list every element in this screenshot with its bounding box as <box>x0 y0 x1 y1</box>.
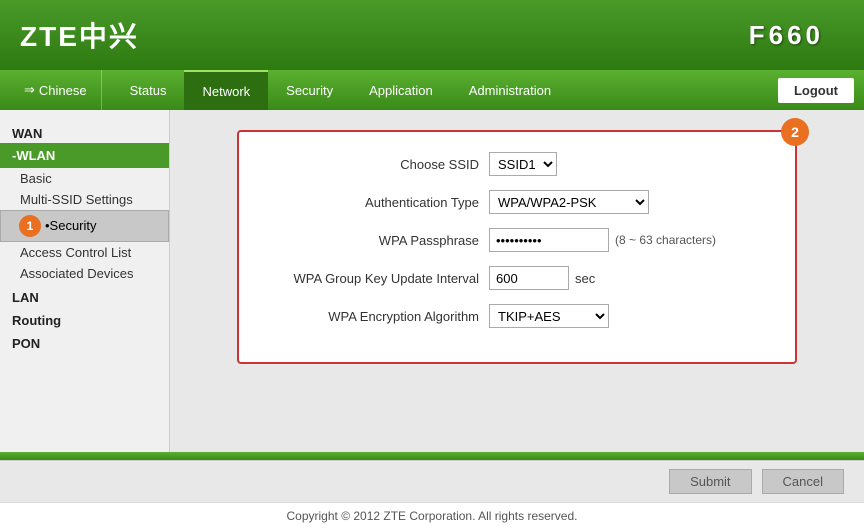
nav-logout: Logout <box>778 70 854 110</box>
badge-1-icon: 1 <box>19 215 41 237</box>
select-auth-type[interactable]: None WEP WPA-PSK WPA2-PSK WPA/WPA2-PSK <box>489 190 649 214</box>
sidebar-item-multi-ssid[interactable]: Multi-SSID Settings <box>0 189 169 210</box>
cancel-button[interactable]: Cancel <box>762 469 844 494</box>
sidebar-item-basic[interactable]: Basic <box>0 168 169 189</box>
button-bar: Submit Cancel <box>0 460 864 502</box>
sidebar-item-access-control[interactable]: Access Control List <box>0 242 169 263</box>
form-row-passphrase: WPA Passphrase (8 ~ 63 characters) <box>269 228 765 252</box>
badge-2: 2 <box>781 118 809 146</box>
sidebar-item-pon[interactable]: PON <box>0 330 169 353</box>
sidebar-item-security[interactable]: 1•Security <box>0 210 169 242</box>
label-encryption-algorithm: WPA Encryption Algorithm <box>269 309 489 324</box>
nav-tabs: Status Network Security Application Admi… <box>102 70 778 110</box>
content-panel: 2 Choose SSID SSID1 SSID2 SSID3 SSID4 Au… <box>170 110 864 452</box>
passphrase-hint: (8 ~ 63 characters) <box>615 233 716 247</box>
label-group-key-interval: WPA Group Key Update Interval <box>269 271 489 286</box>
tab-application[interactable]: Application <box>351 70 451 110</box>
form-row-ssid: Choose SSID SSID1 SSID2 SSID3 SSID4 <box>269 152 765 176</box>
tab-status[interactable]: Status <box>112 70 185 110</box>
sidebar-item-wan[interactable]: WAN <box>0 120 169 143</box>
model-name: F660 <box>749 20 824 51</box>
label-auth-type: Authentication Type <box>269 195 489 210</box>
form-box: 2 Choose SSID SSID1 SSID2 SSID3 SSID4 Au… <box>237 130 797 364</box>
tab-administration[interactable]: Administration <box>451 70 569 110</box>
select-encryption-algorithm[interactable]: TKIP AES TKIP+AES <box>489 304 609 328</box>
nav-lang[interactable]: ⇒ Chinese <box>10 70 102 110</box>
lang-arrow-icon: ⇒ <box>24 82 35 98</box>
tab-security[interactable]: Security <box>268 70 351 110</box>
input-group-key-interval[interactable] <box>489 266 569 290</box>
footer: Copyright © 2012 ZTE Corporation. All ri… <box>0 502 864 529</box>
submit-button[interactable]: Submit <box>669 469 751 494</box>
label-choose-ssid: Choose SSID <box>269 157 489 172</box>
copyright-text: Copyright © 2012 ZTE Corporation. All ri… <box>287 509 578 523</box>
group-key-unit: sec <box>575 271 595 286</box>
lang-label: Chinese <box>39 83 87 98</box>
sidebar-item-associated[interactable]: Associated Devices <box>0 263 169 284</box>
input-wpa-passphrase[interactable] <box>489 228 609 252</box>
tab-network[interactable]: Network <box>184 70 268 110</box>
navbar: ⇒ Chinese Status Network Security Applic… <box>0 70 864 110</box>
logout-button[interactable]: Logout <box>778 78 854 103</box>
main-content: WAN -WLAN Basic Multi-SSID Settings 1•Se… <box>0 110 864 452</box>
bottom-bar <box>0 452 864 460</box>
select-ssid[interactable]: SSID1 SSID2 SSID3 SSID4 <box>489 152 557 176</box>
sidebar: WAN -WLAN Basic Multi-SSID Settings 1•Se… <box>0 110 170 452</box>
form-row-group-key: WPA Group Key Update Interval sec <box>269 266 765 290</box>
header: ZTE中兴 F660 <box>0 0 864 70</box>
sidebar-item-wlan[interactable]: -WLAN <box>0 143 169 168</box>
form-row-auth: Authentication Type None WEP WPA-PSK WPA… <box>269 190 765 214</box>
label-wpa-passphrase: WPA Passphrase <box>269 233 489 248</box>
form-row-encryption: WPA Encryption Algorithm TKIP AES TKIP+A… <box>269 304 765 328</box>
logo: ZTE中兴 <box>20 15 139 55</box>
sidebar-item-lan[interactable]: LAN <box>0 284 169 307</box>
sidebar-item-routing[interactable]: Routing <box>0 307 169 330</box>
